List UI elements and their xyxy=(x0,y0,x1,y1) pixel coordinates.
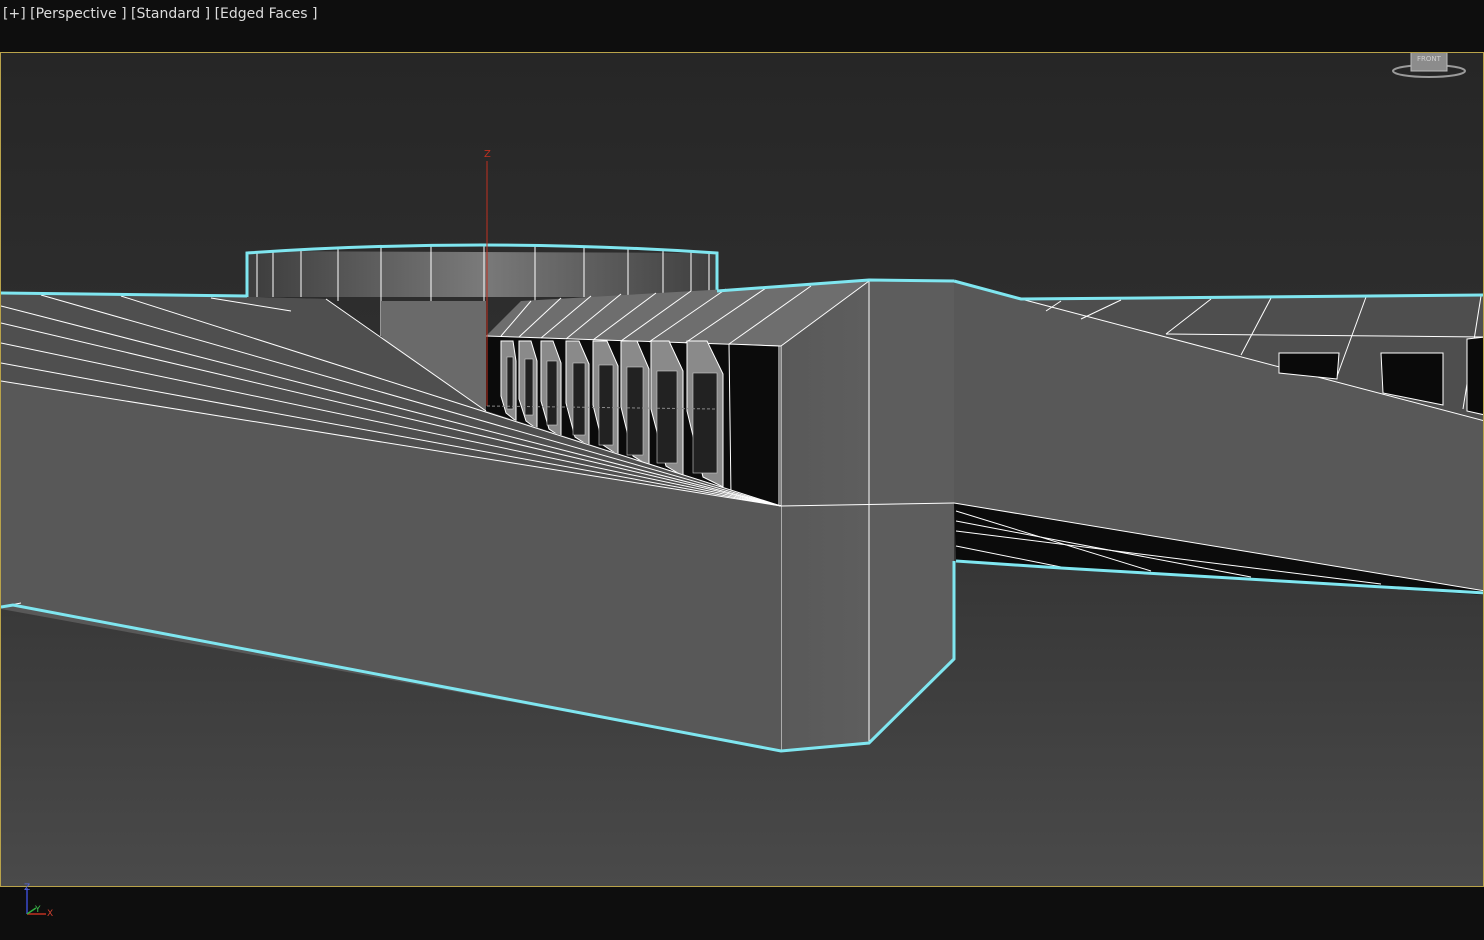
axis-tripod: Z Y X xyxy=(20,878,60,920)
viewcube-face-label: FRONT xyxy=(1417,55,1442,63)
viewport-menu-label[interactable]: [+] xyxy=(3,6,26,22)
tripod-y-label: Y xyxy=(34,905,41,915)
viewport-shading-label[interactable]: [Standard ] xyxy=(131,6,210,22)
scene-render: Z xyxy=(1,53,1484,886)
perspective-viewport[interactable]: Z FRONT xyxy=(0,52,1484,887)
viewport-pov-label[interactable]: [Perspective ] xyxy=(30,6,126,22)
viewcube[interactable]: FRONT xyxy=(1389,53,1469,89)
viewport-label-bar: [+] [Perspective ] [Standard ] [Edged Fa… xyxy=(3,6,317,22)
tripod-x-label: X xyxy=(47,909,53,919)
right-arm-object[interactable] xyxy=(953,279,1484,595)
gizmo-z-label: Z xyxy=(484,149,491,160)
tripod-z-label: Z xyxy=(24,883,30,893)
viewport-style-label[interactable]: [Edged Faces ] xyxy=(215,6,318,22)
